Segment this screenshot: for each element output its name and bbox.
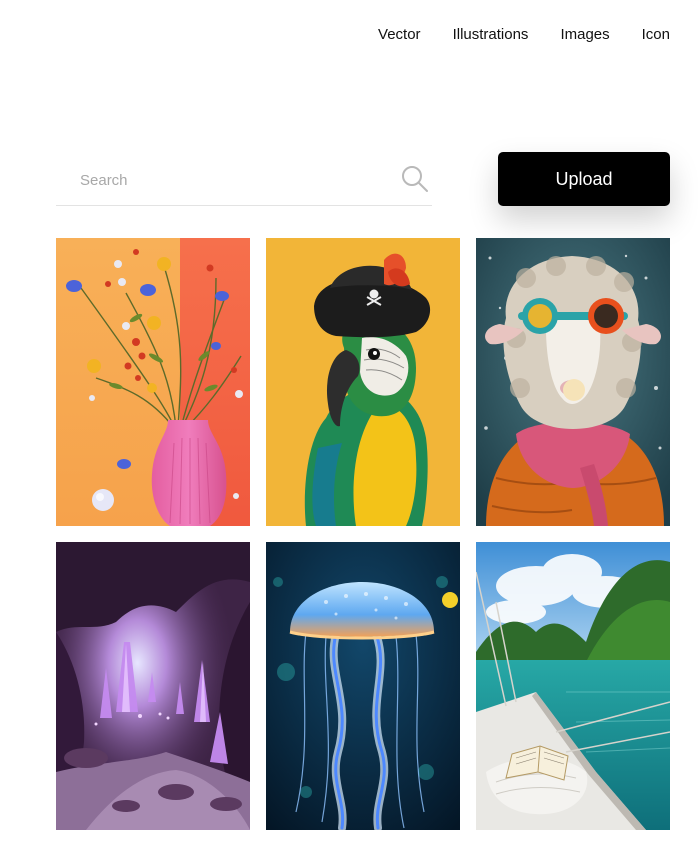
- top-navigation: Vector Illustrations Images Icon: [378, 24, 670, 46]
- nav-vector[interactable]: Vector: [378, 24, 421, 46]
- upload-button[interactable]: Upload: [498, 152, 670, 206]
- gallery-image-sheep-goggles[interactable]: [476, 238, 670, 526]
- gallery-image-pirate-parrot[interactable]: [266, 238, 460, 526]
- gallery-image-flower-vase[interactable]: [56, 238, 250, 526]
- nav-images[interactable]: Images: [560, 24, 609, 46]
- nav-icon[interactable]: Icon: [642, 24, 670, 46]
- gallery-image-jellyfish[interactable]: [266, 542, 460, 830]
- nav-illustrations[interactable]: Illustrations: [453, 24, 529, 46]
- search-input[interactable]: [56, 160, 386, 200]
- search-bar: [56, 160, 432, 206]
- search-icon[interactable]: [400, 164, 430, 194]
- gallery-image-sailboat-bay[interactable]: [476, 542, 670, 830]
- gallery-image-crystal-cave[interactable]: [56, 542, 250, 830]
